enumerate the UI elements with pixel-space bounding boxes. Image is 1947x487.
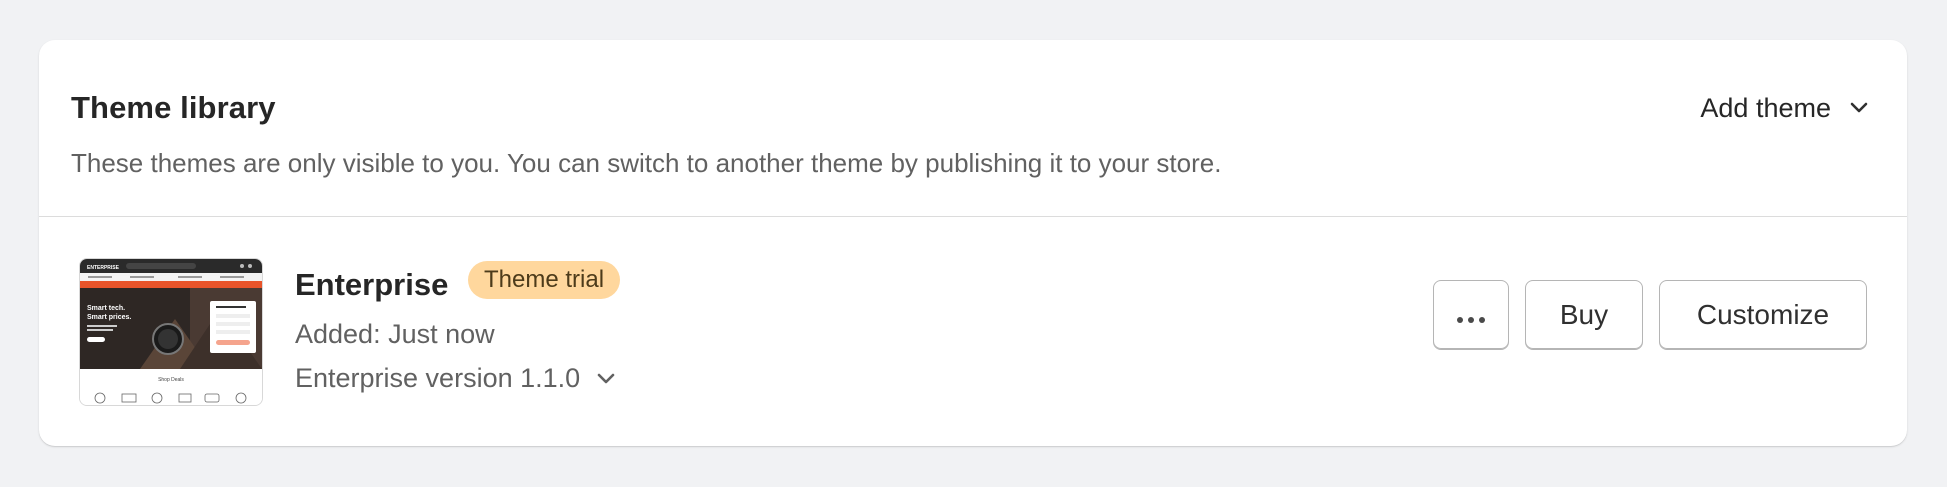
buy-button[interactable]: Buy bbox=[1525, 280, 1643, 350]
thumbnail-logo: ENTERPRISE bbox=[87, 265, 120, 271]
customize-button[interactable]: Customize bbox=[1659, 280, 1867, 350]
chevron-down-icon bbox=[596, 369, 616, 389]
theme-actions: Buy Customize bbox=[1433, 280, 1867, 350]
more-actions-button[interactable] bbox=[1433, 280, 1509, 350]
version-selector[interactable]: Enterprise version 1.1.0 bbox=[295, 363, 616, 394]
card-header: Theme library These themes are only visi… bbox=[39, 40, 1907, 217]
chevron-down-icon bbox=[1849, 98, 1869, 118]
add-theme-label: Add theme bbox=[1700, 92, 1831, 123]
add-theme-button[interactable]: Add theme bbox=[1700, 86, 1869, 130]
header-description: These themes are only visible to you. Yo… bbox=[71, 148, 1222, 178]
version-label: Enterprise version 1.1.0 bbox=[295, 363, 581, 393]
thumbnail-headline-1: Smart tech. bbox=[87, 305, 125, 312]
theme-name: Enterprise bbox=[295, 267, 449, 302]
status-badge: Theme trial bbox=[468, 261, 621, 299]
more-icon bbox=[1456, 299, 1486, 331]
theme-row: ENTERPRISE Smart tech. Smart prices. Sho… bbox=[39, 217, 1907, 446]
added-date: Added: Just now bbox=[295, 319, 495, 349]
theme-thumbnail[interactable]: ENTERPRISE Smart tech. Smart prices. Sho… bbox=[79, 258, 263, 406]
page-title: Theme library bbox=[71, 90, 276, 125]
theme-library-card: Theme library These themes are only visi… bbox=[39, 40, 1907, 446]
thumbnail-headline-2: Smart prices. bbox=[87, 314, 131, 321]
thumbnail-section-title: Shop Deals bbox=[158, 377, 184, 383]
